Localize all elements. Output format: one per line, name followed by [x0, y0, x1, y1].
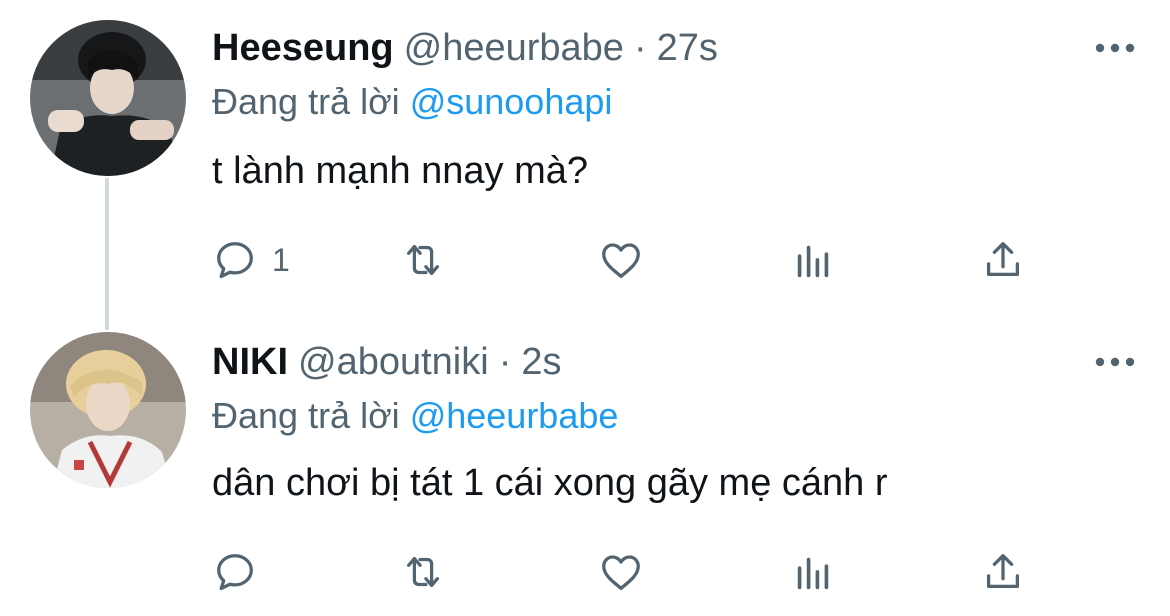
retweet-icon [406, 244, 440, 276]
share-button[interactable] [980, 234, 1026, 286]
avatar[interactable] [30, 332, 186, 488]
tweet-header: NIKI @aboutniki · 2s [212, 336, 561, 388]
more-options-button[interactable] [1090, 342, 1140, 382]
replying-to-mention[interactable]: @heeurbabe [410, 395, 619, 436]
share-button[interactable] [980, 546, 1026, 598]
reply-icon [217, 554, 253, 591]
share-icon [986, 554, 1020, 589]
reply-count: 1 [272, 241, 290, 278]
like-button[interactable] [598, 234, 644, 286]
share-icon [986, 242, 1020, 277]
replying-to-label: Đang trả lời [212, 81, 410, 122]
reply-button[interactable]: 1 [212, 234, 290, 286]
like-icon [602, 555, 640, 590]
tweet-header: Heeseung @heeurbabe · 27s [212, 22, 718, 74]
views-button[interactable] [790, 234, 836, 286]
timestamp[interactable]: 27s [657, 22, 718, 74]
reply-icon [217, 242, 253, 279]
more-icon [1095, 43, 1135, 53]
retweet-icon [406, 556, 440, 588]
more-options-button[interactable] [1090, 28, 1140, 68]
avatar-image [30, 20, 186, 176]
timestamp[interactable]: 2s [521, 336, 561, 388]
views-button[interactable] [790, 546, 836, 598]
like-button[interactable] [598, 546, 644, 598]
separator-dot: · [633, 27, 647, 69]
avatar-image [30, 332, 186, 488]
display-name[interactable]: NIKI [212, 336, 288, 388]
replying-to-mention[interactable]: @sunoohapi [410, 81, 613, 122]
tweet[interactable]: Heeseung @heeurbabe · 27s Đang trả lời @… [0, 0, 1170, 310]
tweet-actions: 1 [212, 234, 1042, 286]
user-handle[interactable]: @aboutniki [298, 336, 489, 388]
tweet-text: t lành mạnh nnay mà? [212, 150, 589, 192]
like-icon [602, 243, 640, 278]
avatar[interactable] [30, 20, 186, 176]
views-icon [797, 245, 829, 278]
more-icon [1095, 357, 1135, 367]
separator-dot: · [498, 341, 512, 383]
display-name[interactable]: Heeseung [212, 22, 394, 74]
reply-button[interactable] [212, 546, 272, 598]
replying-to-line: Đang trả lời @sunoohapi [212, 76, 612, 128]
retweet-button[interactable] [400, 546, 446, 598]
tweet[interactable]: NIKI @aboutniki · 2s Đang trả lời @heeur… [0, 310, 1170, 616]
replying-to-label: Đang trả lời [212, 395, 410, 436]
tweet-text: dân chơi bị tát 1 cái xong gãy mẹ cánh r [212, 462, 888, 504]
replying-to-line: Đang trả lời @heeurbabe [212, 390, 618, 442]
user-handle[interactable]: @heeurbabe [404, 22, 624, 74]
views-icon [797, 557, 829, 590]
tweet-actions [212, 546, 1042, 598]
retweet-button[interactable] [400, 234, 446, 286]
